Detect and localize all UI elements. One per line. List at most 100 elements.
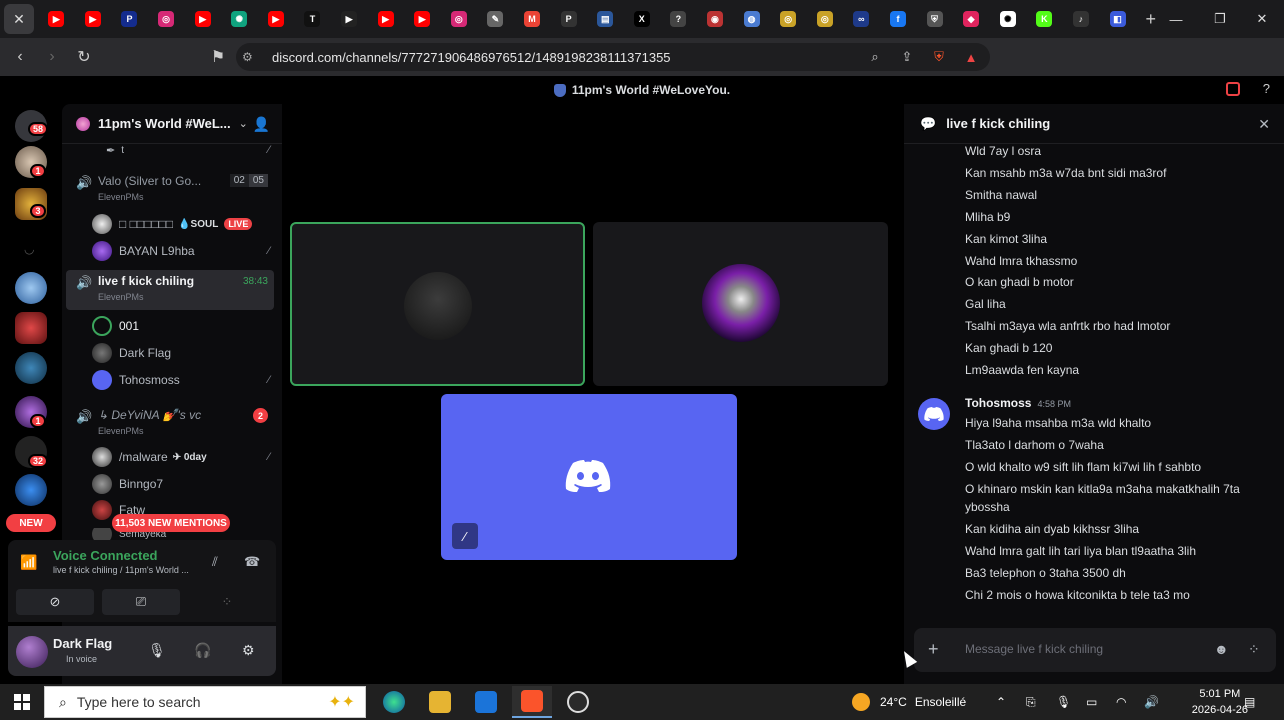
camera-off-button[interactable]: ⊘ <box>16 589 94 615</box>
zoom-icon[interactable]: ⌕ <box>864 46 886 68</box>
server-icon[interactable] <box>15 312 47 344</box>
microphone-icon[interactable]: 🎙 <box>148 642 166 659</box>
browser-tab[interactable]: ⛨ <box>916 4 953 34</box>
browser-tab[interactable]: ▶ <box>258 4 295 34</box>
voice-channel-live[interactable]: 🔊 live f kick chiling ElevenPMs 38:43 <box>66 270 274 310</box>
new-mentions-pill[interactable]: 11,503 NEW MENTIONS <box>112 514 230 532</box>
weather-widget[interactable]: 24°C Ensoleillé <box>852 684 966 720</box>
close-tab-icon[interactable]: ✕ <box>4 4 34 34</box>
taskbar-search[interactable]: ⌕ Type here to search ✦✦ <box>44 686 366 718</box>
inbox-icon[interactable] <box>1226 82 1240 96</box>
headphones-icon[interactable]: 🎧 <box>194 642 211 659</box>
close-icon[interactable]: ✕ <box>1258 116 1270 133</box>
voice-channel-path[interactable]: live f kick chiling / 11pm's World ... <box>53 565 189 575</box>
server-icon[interactable] <box>15 272 47 304</box>
camera-tray-icon[interactable]: ⎘ <box>1026 684 1036 720</box>
browser-tab[interactable]: ✺ <box>989 4 1026 34</box>
browser-tab[interactable]: ▶ <box>367 4 404 34</box>
battery-icon[interactable]: ▭ <box>1086 684 1097 720</box>
browser-tab[interactable]: ◧ <box>1099 4 1136 34</box>
browser-tab[interactable]: ▶ <box>404 4 441 34</box>
browser-tab[interactable]: ▶ <box>184 4 221 34</box>
browser-tab[interactable]: ◆ <box>953 4 990 34</box>
wifi-icon[interactable]: ◠ <box>1116 684 1126 720</box>
outlook-app[interactable] <box>466 686 506 718</box>
participant-tile[interactable] <box>593 222 888 386</box>
reload-icon[interactable]: ↻ <box>70 43 98 71</box>
server-header[interactable]: 11pm's World #WeL... ⌄ 👤 <box>62 104 282 144</box>
browser-tab[interactable]: ▤ <box>587 4 624 34</box>
voice-member[interactable]: Tohosmoss ⁄ <box>92 369 272 391</box>
author-avatar[interactable] <box>918 398 950 430</box>
help-icon[interactable]: ? <box>1263 81 1270 96</box>
browser-tab[interactable]: ? <box>660 4 697 34</box>
show-hidden-icons[interactable]: ⌃ <box>996 684 1006 720</box>
message-input[interactable]: Message live f kick chiling <box>965 642 1103 656</box>
browser-tab[interactable]: ∞ <box>843 4 880 34</box>
browser-tab[interactable]: ▶ <box>331 4 368 34</box>
brave-rewards-icon[interactable]: ▲ <box>960 46 982 68</box>
settings-icon[interactable]: ⚙ <box>242 642 255 659</box>
screen-share-button[interactable]: ⎚ <box>102 589 180 615</box>
voice-member[interactable]: □ □□□□□□ 💧SOUL LIVE <box>92 213 272 235</box>
minimize-icon[interactable]: — <box>1154 0 1198 38</box>
browser-tab[interactable]: ◎ <box>806 4 843 34</box>
file-explorer-app[interactable] <box>420 686 460 718</box>
voice-member[interactable]: 001 <box>92 315 272 337</box>
server-icon[interactable] <box>15 352 47 384</box>
add-attachment-icon[interactable]: + <box>928 639 939 660</box>
volume-icon[interactable]: 🔊 <box>1144 684 1159 720</box>
browser-tab[interactable]: ◎ <box>148 4 185 34</box>
browser-tab[interactable]: P <box>550 4 587 34</box>
site-settings-icon[interactable]: ⚙ <box>242 50 266 64</box>
server-icon[interactable] <box>15 474 47 506</box>
browser-tab[interactable]: f <box>880 4 917 34</box>
browser-tab[interactable]: ◎ <box>441 4 478 34</box>
participant-tile[interactable] <box>290 222 585 386</box>
mic-tray-icon[interactable]: 🎙 <box>1056 684 1071 720</box>
back-icon[interactable]: ‹ <box>6 43 34 71</box>
restore-icon[interactable]: ❐ <box>1198 0 1242 38</box>
new-unreads-pill[interactable]: NEW <box>6 514 56 532</box>
share-icon[interactable]: ⇪ <box>896 46 918 68</box>
activities-button[interactable]: ⁘ <box>188 589 266 615</box>
emoji-icon[interactable]: ☻ <box>1214 641 1229 657</box>
voice-channel-valo[interactable]: 🔊 Valo (Silver to Go... ElevenPMs 02 05 <box>66 170 274 210</box>
author-name[interactable]: Tohosmoss <box>965 396 1031 410</box>
voice-member[interactable]: BAYAN L9hba ⁄ <box>92 240 272 262</box>
forward-icon[interactable]: › <box>38 43 66 71</box>
notifications-icon[interactable]: ▤ <box>1244 684 1255 720</box>
browser-tab[interactable]: ♪ <box>1063 4 1100 34</box>
message-composer[interactable]: + Message live f kick chiling ☻ ⁘ <box>914 628 1276 672</box>
browser-tab[interactable]: ▶ <box>75 4 112 34</box>
add-member-icon[interactable]: 👤 <box>253 116 270 133</box>
apps-icon[interactable]: ⁘ <box>1248 641 1260 658</box>
start-button[interactable] <box>0 684 44 720</box>
close-window-icon[interactable]: ✕ <box>1240 0 1284 38</box>
browser-tab[interactable]: K <box>1026 4 1063 34</box>
browser-tab[interactable]: M <box>514 4 551 34</box>
brave-app[interactable] <box>512 686 552 718</box>
system-clock[interactable]: 5:01 PM 2026-04-26 <box>1192 686 1248 718</box>
bookmark-icon[interactable]: ⚑ <box>204 43 232 71</box>
browser-tab[interactable]: ◍ <box>733 4 770 34</box>
signal-icon[interactable]: 📶 <box>20 554 37 571</box>
browser-tab[interactable]: X <box>624 4 661 34</box>
browser-tab[interactable]: ✎ <box>477 4 514 34</box>
edge-app[interactable] <box>374 686 414 718</box>
message-author[interactable]: Tohosmoss 4:58 PM <box>965 396 1071 410</box>
voice-member[interactable]: /malware ✈ 0day ⁄ <box>92 446 272 468</box>
voice-member[interactable]: Dark Flag <box>92 342 272 364</box>
browser-tab[interactable]: ✺ <box>221 4 258 34</box>
brave-shield-icon[interactable]: ⛨ <box>928 46 950 68</box>
browser-tab[interactable]: ◎ <box>770 4 807 34</box>
browser-tab[interactable]: ◉ <box>697 4 734 34</box>
browser-tab[interactable]: P <box>111 4 148 34</box>
browser-tab[interactable]: T <box>294 4 331 34</box>
participant-tile[interactable]: ⁄ <box>441 394 737 560</box>
voice-channel-deyvina[interactable]: 🔊 ↳ DeYviNA 💅's vc ElevenPMs 2 <box>66 404 274 444</box>
noise-suppression-icon[interactable]: ⫽ <box>212 554 218 570</box>
voice-member[interactable]: Binngo7 <box>92 473 272 495</box>
voice-member[interactable]: ✒ t ⁄ <box>92 139 272 161</box>
url-bar[interactable]: ⚙ discord.com/channels/77727190648697651… <box>236 43 990 71</box>
